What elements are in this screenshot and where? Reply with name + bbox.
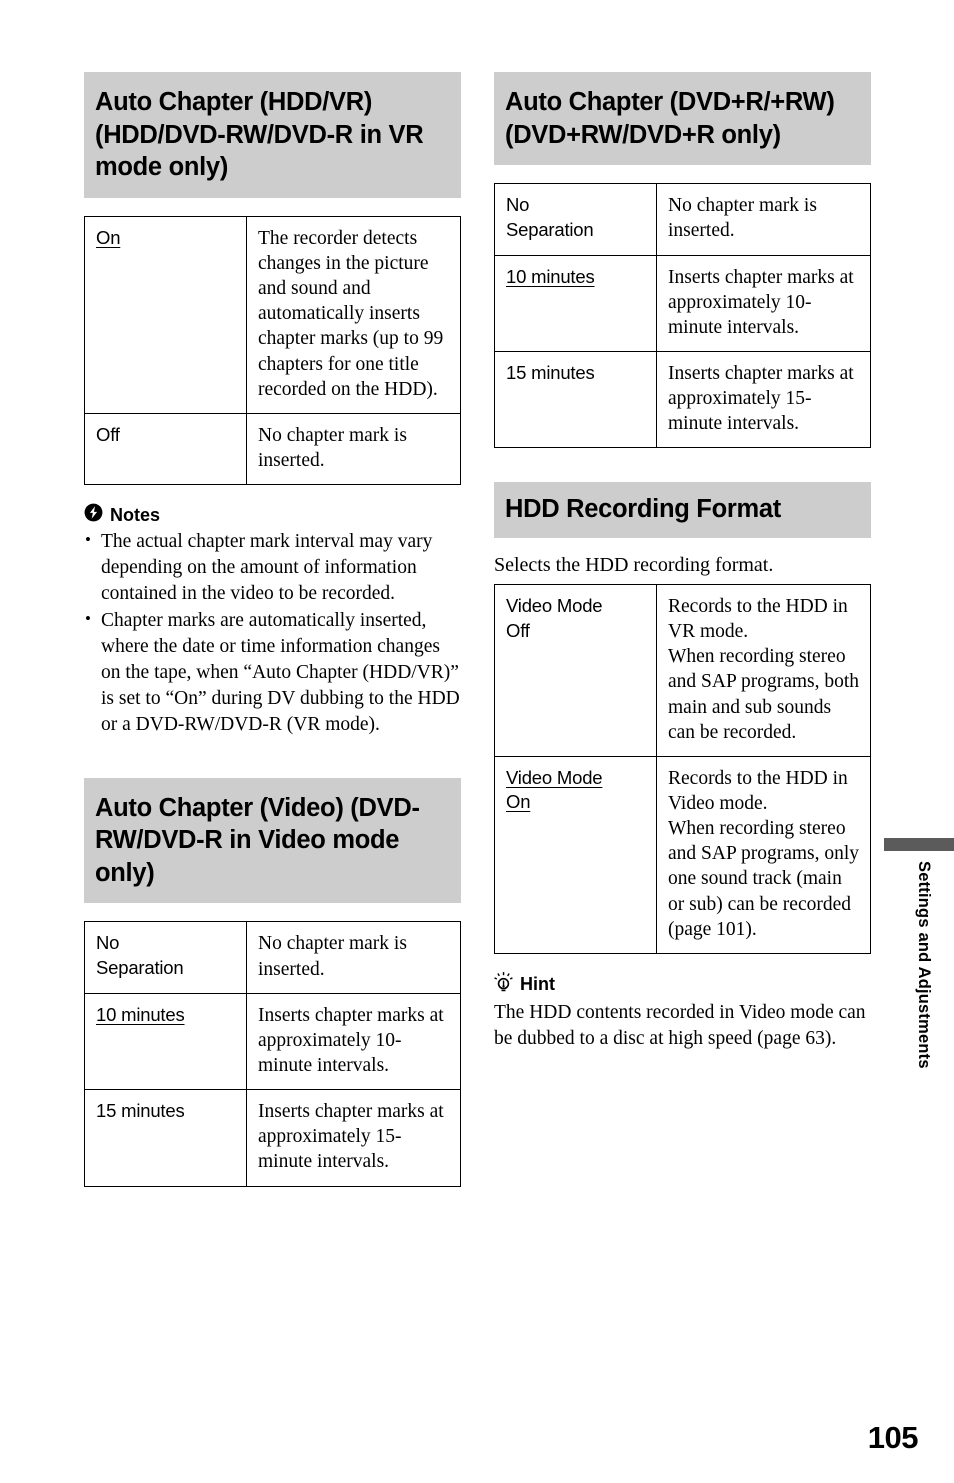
option-description: The recorder detects changes in the pict… (246, 215, 461, 414)
edge-tab-bar (884, 838, 954, 851)
option-description: Inserts chapter marks at approximately 1… (246, 992, 461, 1091)
option-label: Off (96, 423, 120, 445)
list-item: The actual chapter mark interval may var… (84, 529, 461, 607)
table-row: No Separation No chapter mark is inserte… (84, 921, 461, 994)
section-heading-hdd-recording-format: HDD Recording Format (494, 482, 871, 538)
option-cell: On (84, 215, 247, 414)
table-row: Video Mode Off Records to the HDD in VR … (494, 584, 871, 757)
option-cell: No Separation (84, 921, 247, 994)
option-cell: Video Mode On (494, 755, 657, 954)
section-heading-auto-chapter-video: Auto Chapter (Video) (DVD-RW/DVD-R in Vi… (84, 777, 461, 904)
list-item: Chapter marks are automatically inserted… (84, 608, 461, 738)
table-row: No Separation No chapter mark is inserte… (494, 183, 871, 256)
option-cell: No Separation (494, 183, 657, 256)
option-cell: 15 minutes (494, 350, 657, 449)
hint-callout: Hint The HDD contents recorded in Video … (494, 971, 871, 1052)
right-column: Auto Chapter (DVD+R/+RW) (DVD+RW/DVD+R o… (494, 72, 871, 1052)
option-label-line: Off (506, 619, 530, 641)
option-description: Inserts chapter marks at approximately 1… (656, 254, 871, 352)
edge-tab-label: Settings and Adjustments (915, 861, 933, 1069)
hdd-recording-format-intro: Selects the HDD recording format. (494, 554, 774, 576)
option-description: Inserts chapter marks at approximately 1… (656, 350, 871, 449)
table-row: 10 minutes Inserts chapter marks at appr… (494, 254, 871, 352)
option-label-line: 15 minutes (96, 1100, 185, 1122)
left-column: Auto Chapter (HDD/VR) (HDD/DVD-RW/DVD-R … (84, 72, 461, 1187)
option-description: Records to the HDD in Video mode. When r… (656, 755, 871, 954)
section-auto-chapter-video: Auto Chapter (Video) (DVD-RW/DVD-R in Vi… (84, 777, 461, 1187)
table-row: 15 minutes Inserts chapter marks at appr… (84, 1089, 461, 1187)
notes-callout: Notes The actual chapter mark interval m… (84, 503, 461, 737)
option-label-line: Separation (96, 956, 184, 978)
auto-chapter-video-table: No Separation No chapter mark is inserte… (84, 921, 461, 1187)
section-hdd-recording-format: HDD Recording Format Selects the HDD rec… (494, 482, 871, 1051)
table-row: Off No chapter mark is inserted. (84, 412, 461, 486)
option-label-line: No (506, 194, 530, 216)
option-label-line: Video Mode (506, 595, 603, 616)
notes-bolt-icon (84, 503, 103, 527)
option-cell: Video Mode Off (494, 584, 657, 757)
section-heading-auto-chapter-dvdplus: Auto Chapter (DVD+R/+RW) (DVD+RW/DVD+R o… (494, 72, 871, 166)
option-label-line: 10 minutes (96, 1003, 185, 1025)
option-label-line: Video Mode (506, 766, 603, 788)
hint-text: The HDD contents recorded in Video mode … (494, 1001, 866, 1049)
notes-list: The actual chapter mark interval may var… (84, 529, 461, 737)
option-label-line: No (96, 932, 120, 954)
option-cell: Off (84, 412, 247, 486)
table-row: 15 minutes Inserts chapter marks at appr… (494, 350, 871, 449)
auto-chapter-hdd-vr-table: On The recorder detects changes in the p… (84, 215, 461, 486)
option-cell: 10 minutes (84, 992, 247, 1091)
option-cell: 15 minutes (84, 1089, 247, 1187)
table-row: 10 minutes Inserts chapter marks at appr… (84, 992, 461, 1091)
hint-lightbulb-icon (494, 971, 513, 998)
option-description: Inserts chapter marks at approximately 1… (246, 1089, 461, 1187)
option-label-line: 15 minutes (506, 361, 595, 383)
table-row: On The recorder detects changes in the p… (84, 215, 461, 414)
option-label-line: 10 minutes (506, 265, 595, 287)
hint-title: Hint (520, 974, 555, 995)
option-label-line: Separation (506, 218, 594, 240)
option-label-line: On (506, 791, 531, 813)
page-number: 105 (867, 1420, 919, 1455)
table-row: Video Mode On Records to the HDD in Vide… (494, 755, 871, 954)
option-description: No chapter mark is inserted. (246, 412, 461, 486)
notes-title-row: Notes (84, 503, 461, 527)
option-description: Records to the HDD in VR mode. When reco… (656, 584, 871, 757)
option-label: On (96, 226, 121, 248)
edge-section-tab: Settings and Adjustments (884, 838, 954, 1069)
option-cell: 10 minutes (494, 254, 657, 352)
hint-title-row: Hint (494, 971, 871, 998)
notes-title: Notes (110, 504, 161, 525)
hdd-recording-format-table: Video Mode Off Records to the HDD in VR … (494, 584, 871, 954)
section-auto-chapter-hdd-vr: Auto Chapter (HDD/VR) (HDD/DVD-RW/DVD-R … (84, 72, 461, 738)
section-auto-chapter-dvdplus: Auto Chapter (DVD+R/+RW) (DVD+RW/DVD+R o… (494, 72, 871, 449)
section-heading-auto-chapter-hdd-vr: Auto Chapter (HDD/VR) (HDD/DVD-RW/DVD-R … (84, 72, 461, 198)
manual-page: Auto Chapter (HDD/VR) (HDD/DVD-RW/DVD-R … (0, 0, 954, 1483)
auto-chapter-dvdplus-table: No Separation No chapter mark is inserte… (494, 183, 871, 449)
option-description: No chapter mark is inserted. (656, 183, 871, 256)
option-description: No chapter mark is inserted. (246, 921, 461, 994)
